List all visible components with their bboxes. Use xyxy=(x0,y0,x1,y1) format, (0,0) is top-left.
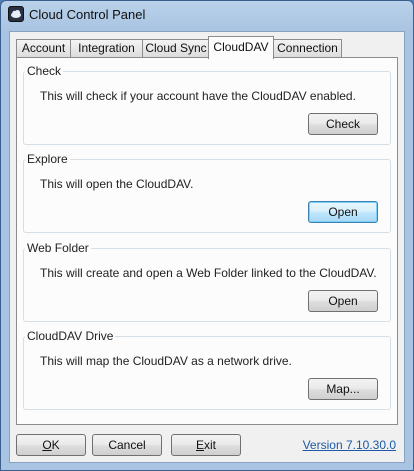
web-folder-group: Web Folder This will create and open a W… xyxy=(23,241,391,322)
exit-label-rest: xit xyxy=(204,438,216,452)
tab-cloud-sync[interactable]: Cloud Sync xyxy=(142,39,210,57)
ok-button[interactable]: OK xyxy=(16,434,86,456)
title-bar[interactable]: Cloud Control Panel xyxy=(1,1,413,29)
explore-description: This will open the CloudDAV. xyxy=(40,177,194,191)
window-title: Cloud Control Panel xyxy=(29,7,146,22)
web-folder-open-button[interactable]: Open xyxy=(308,290,378,312)
tab-connection[interactable]: Connection xyxy=(273,39,342,57)
dialog-body: Account Integration Cloud Sync CloudDAV … xyxy=(9,31,405,463)
cancel-button[interactable]: Cancel xyxy=(92,434,162,456)
cloud-control-panel-window: Cloud Control Panel Account Integration … xyxy=(0,0,414,471)
check-group-title: Check xyxy=(25,64,64,78)
tab-clouddav[interactable]: CloudDAV xyxy=(208,36,274,59)
clouddav-tab-page: Check This will check if your account ha… xyxy=(16,57,398,425)
check-description: This will check if your account have the… xyxy=(40,89,356,103)
drive-description: This will map the CloudDAV as a network … xyxy=(40,354,292,368)
map-drive-button[interactable]: Map... xyxy=(308,378,378,400)
check-group: Check This will check if your account ha… xyxy=(23,64,391,145)
drive-group-title: CloudDAV Drive xyxy=(25,329,116,343)
explore-group-title: Explore xyxy=(25,152,70,166)
explore-group: Explore This will open the CloudDAV. Ope… xyxy=(23,152,391,233)
exit-button[interactable]: Exit xyxy=(171,434,241,456)
exit-mnemonic: E xyxy=(195,438,204,452)
ok-mnemonic: O xyxy=(42,438,52,452)
explore-open-button[interactable]: Open xyxy=(308,201,378,223)
ok-label-rest: K xyxy=(51,438,60,452)
web-folder-group-title: Web Folder xyxy=(25,241,91,255)
check-button[interactable]: Check xyxy=(308,113,378,135)
web-folder-description: This will create and open a Web Folder l… xyxy=(40,266,377,280)
tab-integration[interactable]: Integration xyxy=(70,39,143,57)
version-link[interactable]: Version 7.10.30.0 xyxy=(303,438,396,452)
tab-account[interactable]: Account xyxy=(16,39,71,57)
clouddav-drive-group: CloudDAV Drive This will map the CloudDA… xyxy=(23,329,391,410)
cloud-app-icon xyxy=(8,6,24,22)
